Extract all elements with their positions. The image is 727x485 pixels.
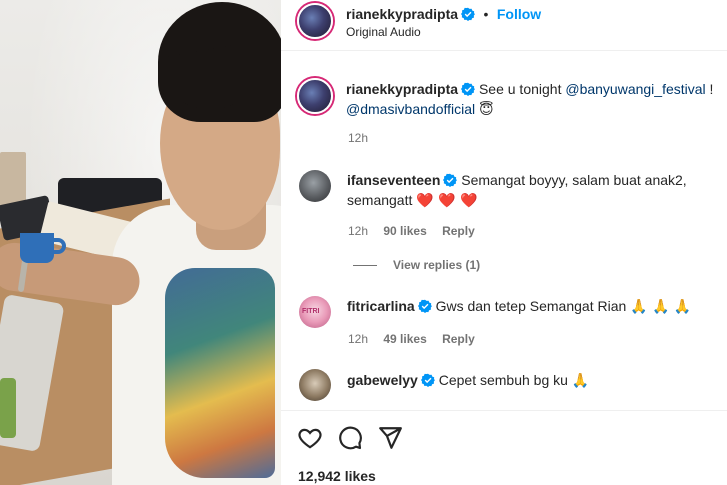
action-bar-divider [281,410,727,411]
caption-text-2: ! [709,81,714,97]
caption-avatar[interactable] [297,78,333,114]
caption-time[interactable]: 12h [348,131,368,145]
verified-badge-icon [443,173,458,187]
caption-meta: 12h [348,131,380,145]
comment-username[interactable]: ifanseventeen [347,172,440,188]
comment-meta-ifanseventeen: 12h 90 likes Reply [348,224,487,238]
comment-text: Cepet sembuh bg ku [438,372,568,388]
caption-text-1: See u tonight [478,81,562,97]
comment-emoji: 🙏 [571,373,590,389]
verified-badge-icon [461,7,476,21]
comment-likes[interactable]: 49 likes [383,332,426,346]
post-sidebar: rianekkypradipta • Follow Original Audio… [281,0,727,485]
audio-label[interactable]: Original Audio [346,25,421,39]
video-mug [20,233,54,263]
video-shelf [0,152,26,207]
comment-text-line2: semangatt [347,192,413,208]
post-header: rianekkypradipta • Follow Original Audio [281,0,727,51]
comment-icon[interactable] [337,425,363,451]
author-line: rianekkypradipta • Follow [346,6,541,24]
comment-text: Gws dan tetep Semangat Rian [435,298,627,314]
verified-badge-icon [420,373,435,387]
video-shirt-print [165,268,275,478]
view-replies-line [353,265,377,267]
comment-meta-fitricarlina: 12h 49 likes Reply [348,332,487,346]
header-dot: • [483,6,489,22]
view-replies-label: View replies (1) [393,258,481,272]
author-avatar[interactable] [297,3,333,39]
post-video[interactable] [0,0,281,485]
view-replies-button[interactable]: View replies (1) [353,258,480,272]
comment-hearts: ❤️ ❤️ ❤️ [416,193,478,209]
avatar-logo-text: FITRI [302,308,320,315]
comment-time[interactable]: 12h [348,224,368,238]
comment-avatar-fitricarlina[interactable]: FITRI [299,296,331,328]
comment-fitricarlina: fitricarlina Gws dan tetep Semangat Rian… [347,296,707,317]
share-icon[interactable] [377,425,403,451]
video-plant [0,378,16,438]
author-username[interactable]: rianekkypradipta [346,6,458,22]
caption-username[interactable]: rianekkypradipta [346,81,458,97]
caption-mention-1[interactable]: @banyuwangi_festival [565,81,705,97]
comment-emoji: 🙏 🙏 🙏 [630,299,692,315]
caption-emoji: 😇 [479,102,494,118]
comment-ifanseventeen: ifanseventeen Semangat boyyy, salam buat… [347,170,707,211]
comment-gabewelyy: gabewelyy Cepet sembuh bg ku 🙏 [347,370,707,391]
comment-reply-button[interactable]: Reply [442,224,475,238]
comment-likes[interactable]: 90 likes [383,224,426,238]
comment-text-line1: Semangat boyyy, salam buat anak2, [461,172,687,188]
comment-avatar-ifanseventeen[interactable] [299,170,331,202]
verified-badge-icon [461,82,476,96]
likes-count[interactable]: 12,942 likes [298,468,376,484]
follow-button[interactable]: Follow [497,6,541,22]
caption: rianekkypradipta See u tonight @banyuwan… [346,79,716,120]
heart-icon[interactable] [297,425,323,451]
comment-avatar-gabewelyy[interactable] [299,369,331,401]
comment-username[interactable]: gabewelyy [347,372,418,388]
comment-username[interactable]: fitricarlina [347,298,415,314]
comment-time[interactable]: 12h [348,332,368,346]
verified-badge-icon [417,299,432,313]
caption-mention-2[interactable]: @dmasivbandofficial [346,101,475,117]
comment-reply-button[interactable]: Reply [442,332,475,346]
